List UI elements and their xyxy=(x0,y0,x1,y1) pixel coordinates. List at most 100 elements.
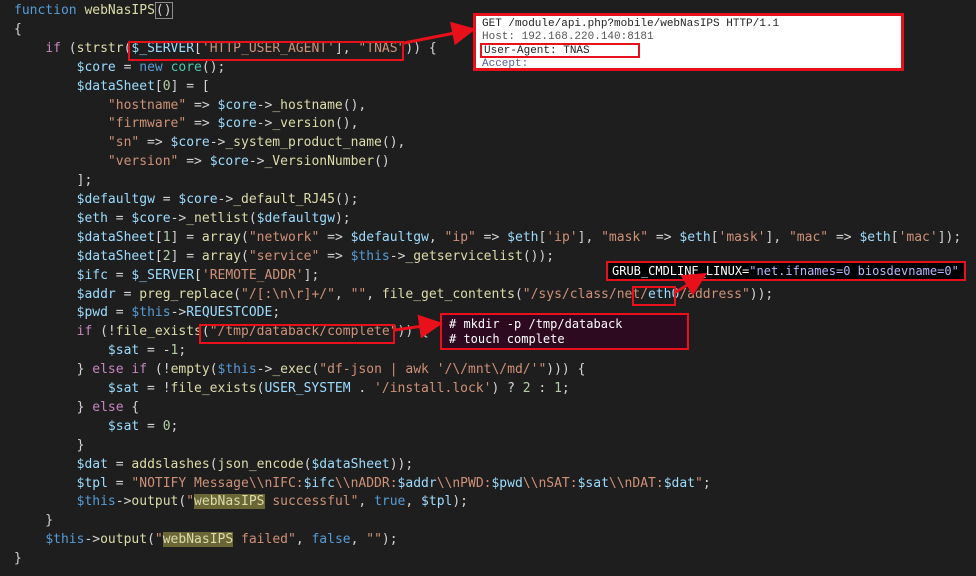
code-line[interactable]: "hostname" => $core->_hostname(), xyxy=(14,96,366,115)
code-token: ( xyxy=(248,210,257,226)
code-token: $pwd xyxy=(76,305,108,321)
code-token: addslashes xyxy=(131,456,210,472)
code-line[interactable]: $dataSheet[0] = [ xyxy=(14,77,210,96)
code-token: USER_SYSTEM xyxy=(264,381,351,396)
code-token: = xyxy=(115,286,140,302)
code-token: (), xyxy=(342,97,367,113)
code-line[interactable]: $eth = $core->_netlist($defaultgw); xyxy=(14,209,351,228)
code-line[interactable]: $tpl = "NOTIFY Message\\nIFC:$ifc\\nADDR… xyxy=(14,474,711,493)
code-line[interactable]: } xyxy=(14,511,53,530)
code-line[interactable]: $dat = addslashes(json_encode($dataSheet… xyxy=(14,455,414,474)
http-request-line: GET /module/api.php?mobile/webNasIPS HTT… xyxy=(482,18,780,30)
code-token: "version" xyxy=(107,154,179,170)
code-token: ] = xyxy=(170,229,202,245)
code-token: 'mac' xyxy=(898,229,938,245)
code-token: _exec xyxy=(272,362,312,378)
code-token: -> xyxy=(248,154,265,170)
code-token: $pwd xyxy=(491,475,523,491)
code-token: , xyxy=(350,532,367,548)
code-token: $sat xyxy=(107,381,140,396)
code-token: failed" xyxy=(233,532,296,548)
code-token: $ifc xyxy=(76,267,108,283)
code-token: ( xyxy=(241,248,249,264)
code-token: ; xyxy=(561,381,570,396)
code-token: function xyxy=(14,3,77,18)
code-token: output xyxy=(100,532,148,548)
code-token: = xyxy=(107,305,132,321)
code-token: , xyxy=(295,532,312,548)
code-token: file_get_contents xyxy=(381,286,515,302)
code-token: . xyxy=(350,381,375,396)
code-token: [ xyxy=(154,248,163,264)
code-token: => xyxy=(139,135,171,151)
code-token: ( xyxy=(147,532,155,548)
terminal-line-touch: # touch complete xyxy=(449,332,565,346)
code-token: 'mask' xyxy=(718,229,766,245)
code-line[interactable]: $sat = -1; xyxy=(14,341,186,360)
http-request-panel: GET /module/api.php?mobile/webNasIPS HTT… xyxy=(473,13,904,71)
code-token: = xyxy=(107,267,132,283)
code-token: $sat xyxy=(107,343,140,359)
code-token: $core xyxy=(178,192,218,207)
code-line[interactable]: $this->output("webNasIPS failed", false,… xyxy=(14,530,398,549)
code-token: => xyxy=(319,229,351,245)
code-line[interactable]: } else { xyxy=(14,398,140,417)
code-line[interactable]: $sat = 0; xyxy=(14,417,178,436)
code-line[interactable]: ]; xyxy=(14,171,93,190)
code-token: $dataSheet xyxy=(311,456,390,472)
code-line[interactable]: $dataSheet[1] = array("network" => $defa… xyxy=(14,228,962,247)
code-token: $this xyxy=(45,532,85,548)
code-token: if xyxy=(45,40,61,56)
code-line[interactable]: $pwd = $this->REQUESTCODE; xyxy=(14,303,281,322)
code-line[interactable]: function webNasIPS() xyxy=(14,1,173,20)
code-token: ( xyxy=(60,40,77,56)
code-token: webNasIPS xyxy=(194,494,265,510)
terminal-line-mkdir: # mkdir -p /tmp/databack xyxy=(449,317,623,331)
code-token: $ifc xyxy=(303,475,335,491)
code-token: } xyxy=(14,437,85,453)
code-line[interactable]: "firmware" => $core->_version(), xyxy=(14,114,359,133)
code-token: ], xyxy=(577,229,602,245)
code-line[interactable]: $this->output("webNasIPS successful", tr… xyxy=(14,492,468,511)
code-token: } xyxy=(14,551,22,567)
code-token: $core xyxy=(170,135,210,151)
code-token: = xyxy=(107,456,132,472)
code-line[interactable]: "version" => $core->_VersionNumber() xyxy=(14,152,390,171)
terminal-panel: # mkdir -p /tmp/databack # touch complete xyxy=(440,313,689,350)
code-token: "network" xyxy=(248,229,320,245)
code-line[interactable]: $dataSheet[2] = array("service" => $this… xyxy=(14,247,555,266)
code-token: $defaultgw xyxy=(256,210,335,226)
code-line[interactable]: { xyxy=(14,20,22,39)
code-token: "ip" xyxy=(444,229,476,245)
code-line[interactable]: } else if (!empty($this->_exec("df-json … xyxy=(14,360,586,379)
code-token: $defaultgw xyxy=(350,229,429,245)
code-line[interactable]: $ifc = $_SERVER['REMOTE_ADDR']; xyxy=(14,266,320,285)
code-line[interactable]: $defaultgw = $core->_default_RJ45(); xyxy=(14,190,359,209)
code-token: \\nADDR: xyxy=(334,475,398,491)
code-token: 1 xyxy=(162,229,171,245)
code-token: output xyxy=(131,494,179,510)
code-line[interactable]: "sn" => $core->_system_product_name(), xyxy=(14,133,405,152)
code-token: ], xyxy=(765,229,789,245)
code-line[interactable]: $sat = !file_exists(USER_SYSTEM . '/inst… xyxy=(14,379,570,398)
code-token: , xyxy=(366,286,382,302)
code-token: 2 xyxy=(162,248,171,264)
code-token: => xyxy=(475,229,508,245)
code-line[interactable]: } xyxy=(14,436,85,455)
code-token: 0 xyxy=(162,418,171,434)
code-token: [ xyxy=(710,229,719,245)
code-token: $eth xyxy=(507,229,539,245)
code-line[interactable]: } xyxy=(14,549,22,568)
code-token: ()); xyxy=(522,248,555,264)
code-editor[interactable]: function webNasIPS(){ if (strstr($_SERVE… xyxy=(0,0,976,576)
code-token: [ xyxy=(890,229,899,245)
